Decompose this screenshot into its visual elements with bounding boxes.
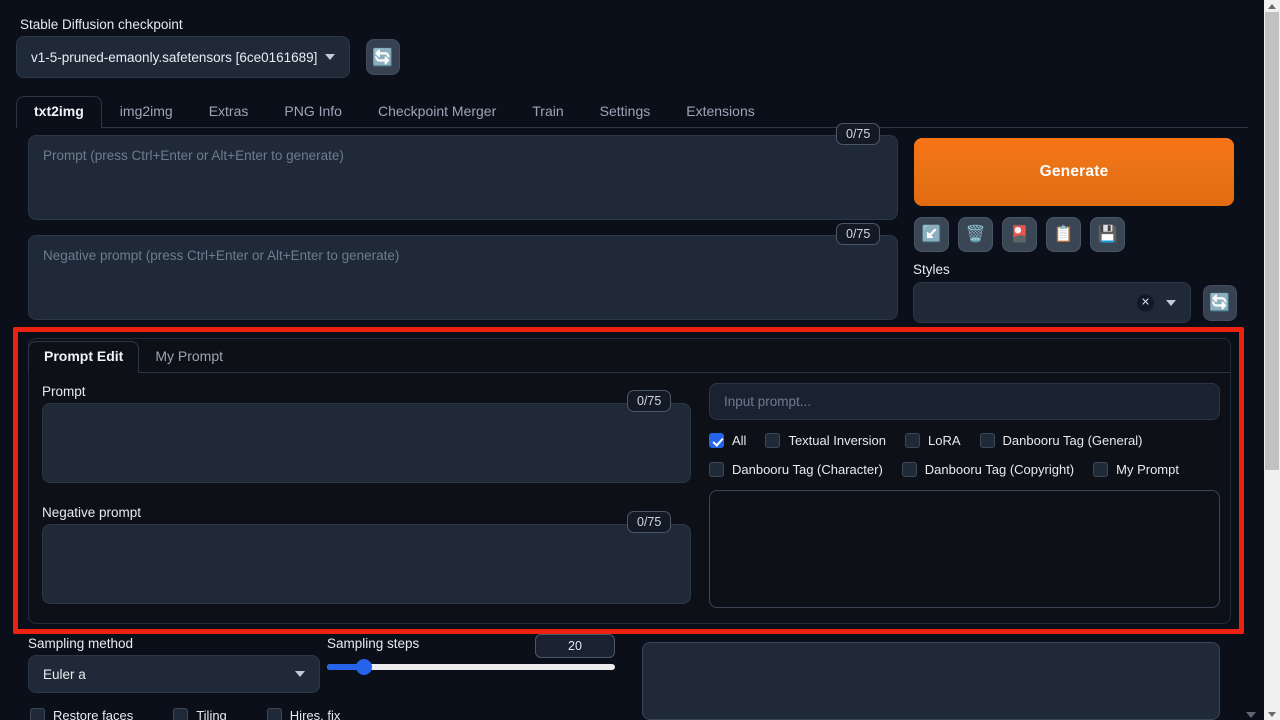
scroll-down-arrow-icon[interactable] — [1264, 708, 1280, 720]
pe-negative-token-counter: 0/75 — [627, 511, 672, 533]
filter-danbooru-copyright-label: Danbooru Tag (Copyright) — [924, 462, 1075, 477]
checkpoint-select[interactable]: v1-5-pruned-emaonly.safetensors [6ce0161… — [16, 36, 350, 78]
pe-negative-label: Negative prompt — [42, 505, 142, 520]
tab-txt2img[interactable]: txt2img — [16, 96, 102, 128]
checkbox-danbooru-general-icon[interactable] — [979, 433, 995, 448]
generate-button[interactable]: Generate — [914, 138, 1234, 206]
slider-knob[interactable] — [356, 659, 373, 675]
negative-prompt-input[interactable]: Negative prompt (press Ctrl+Enter or Alt… — [28, 235, 898, 320]
checkbox-danbooru-copyright-icon[interactable] — [901, 462, 917, 477]
clipboard-icon: 📋 — [1053, 225, 1074, 243]
tab-train[interactable]: Train — [514, 96, 581, 128]
filter-danbooru-copyright[interactable]: Danbooru Tag (Copyright) — [901, 462, 1075, 477]
styles-row: ✕ 🔄 — [913, 282, 1237, 323]
pe-negative-prompt-input[interactable] — [42, 524, 691, 604]
pe-prompt-label: Prompt — [42, 384, 86, 399]
tool-button-row: ↙️ 🗑️ 🎴 📋 💾 — [914, 217, 1125, 252]
filter-danbooru-character-label: Danbooru Tag (Character) — [732, 462, 883, 477]
filter-textual-inversion[interactable]: Textual Inversion — [765, 433, 886, 448]
webui-root: Stable Diffusion checkpoint v1-5-pruned-… — [0, 0, 1264, 720]
styles-label: Styles — [913, 262, 950, 277]
main-tab-bar: txt2img img2img Extras PNG Info Checkpoi… — [16, 94, 1248, 128]
filter-row-1: All Textual Inversion LoRA Danbooru Tag … — [709, 433, 1143, 448]
pe-prompt-input[interactable] — [42, 403, 691, 483]
filter-danbooru-character[interactable]: Danbooru Tag (Character) — [709, 462, 883, 477]
sampling-steps-slider[interactable] — [327, 659, 615, 675]
checkbox-lora-icon[interactable] — [905, 433, 921, 448]
checkbox-restore-faces-icon[interactable] — [30, 708, 45, 720]
chevron-down-icon[interactable] — [1246, 712, 1256, 718]
option-restore-faces-label: Restore faces — [53, 708, 134, 720]
sampling-steps-value[interactable]: 20 — [535, 634, 615, 658]
tab-settings[interactable]: Settings — [582, 96, 669, 128]
option-restore-faces[interactable]: Restore faces — [30, 708, 133, 720]
refresh-icon: 🔄 — [372, 47, 394, 67]
floppy-disk-icon: 💾 — [1097, 225, 1118, 243]
prompt-results-list[interactable] — [709, 490, 1220, 608]
filter-lora[interactable]: LoRA — [905, 433, 961, 448]
option-hires-fix[interactable]: Hires. fix — [266, 708, 341, 720]
chevron-down-icon — [295, 671, 305, 677]
filter-my-prompt[interactable]: My Prompt — [1093, 462, 1179, 477]
sampling-method-select[interactable]: Euler a — [28, 655, 320, 693]
filter-all[interactable]: All — [709, 433, 746, 448]
option-hires-fix-label: Hires. fix — [289, 708, 341, 720]
filter-danbooru-general-label: Danbooru Tag (General) — [1002, 433, 1143, 448]
prompt-input[interactable]: Prompt (press Ctrl+Enter or Alt+Enter to… — [28, 135, 898, 220]
tab-img2img[interactable]: img2img — [102, 96, 191, 128]
filter-row-2: Danbooru Tag (Character) Danbooru Tag (C… — [709, 462, 1179, 477]
page-scrollbar[interactable] — [1264, 0, 1280, 720]
refresh-icon: 🔄 — [1209, 293, 1231, 312]
sampling-method-value: Euler a — [43, 666, 86, 682]
filter-all-label: All — [732, 433, 747, 448]
checkbox-danbooru-character-icon[interactable] — [709, 462, 724, 477]
refresh-checkpoint-button[interactable]: 🔄 — [366, 39, 400, 75]
checkpoint-label: Stable Diffusion checkpoint — [20, 17, 183, 32]
option-row: Restore faces Tiling Hires. fix — [30, 708, 340, 720]
clear-styles-icon[interactable]: ✕ — [1137, 294, 1154, 311]
filter-danbooru-general[interactable]: Danbooru Tag (General) — [979, 433, 1143, 448]
checkbox-tiling-icon[interactable] — [173, 708, 189, 720]
tab-prompt-edit[interactable]: Prompt Edit — [28, 341, 140, 373]
refresh-styles-button[interactable]: 🔄 — [1203, 284, 1237, 321]
filter-lora-label: LoRA — [928, 433, 961, 448]
scrollbar-thumb[interactable] — [1265, 12, 1279, 470]
prompt-search-input[interactable]: Input prompt... — [709, 383, 1220, 420]
output-gallery[interactable] — [642, 642, 1220, 720]
filter-my-prompt-label: My Prompt — [1116, 462, 1179, 477]
sampling-method-label: Sampling method — [28, 636, 134, 651]
scroll-up-arrow-icon[interactable] — [1264, 0, 1280, 12]
pe-prompt-token-counter: 0/75 — [627, 390, 672, 412]
arrow-down-left-icon: ↙️ — [921, 225, 942, 243]
trash-icon: 🗑️ — [965, 225, 986, 243]
option-tiling-label: Tiling — [196, 708, 227, 720]
save-style-button[interactable]: 💾 — [1090, 217, 1125, 252]
clear-prompt-button[interactable]: 🗑️ — [958, 217, 993, 252]
checkpoint-row: v1-5-pruned-emaonly.safetensors [6ce0161… — [16, 36, 400, 78]
filter-textual-inversion-label: Textual Inversion — [788, 433, 887, 448]
arrow-down-left-button[interactable]: ↙️ — [914, 217, 949, 252]
option-tiling[interactable]: Tiling — [173, 708, 227, 720]
tab-png-info[interactable]: PNG Info — [266, 96, 360, 128]
prompt-edit-tab-bar: Prompt Edit My Prompt — [28, 339, 1231, 373]
paste-button[interactable]: 📋 — [1046, 217, 1081, 252]
apply-style-button[interactable]: 🎴 — [1002, 217, 1037, 252]
checkbox-my-prompt-icon[interactable] — [1093, 462, 1109, 477]
chevron-down-icon — [325, 54, 335, 60]
checkpoint-value: v1-5-pruned-emaonly.safetensors [6ce0161… — [31, 49, 318, 65]
sampling-steps-label: Sampling steps — [327, 636, 420, 651]
chevron-down-icon — [1166, 299, 1176, 306]
tab-extensions[interactable]: Extensions — [668, 96, 772, 128]
tab-checkpoint-merger[interactable]: Checkpoint Merger — [360, 96, 514, 128]
negative-prompt-token-counter: 0/75 — [836, 223, 881, 245]
styles-select[interactable]: ✕ — [913, 282, 1191, 323]
prompt-token-counter: 0/75 — [836, 123, 881, 145]
checkbox-all-icon[interactable] — [709, 433, 724, 448]
checkbox-textual-inversion-icon[interactable] — [765, 433, 781, 448]
flower-card-icon: 🎴 — [1009, 225, 1030, 243]
checkbox-hires-fix-icon[interactable] — [266, 708, 282, 720]
tab-extras[interactable]: Extras — [191, 96, 267, 128]
tab-my-prompt[interactable]: My Prompt — [139, 341, 239, 373]
